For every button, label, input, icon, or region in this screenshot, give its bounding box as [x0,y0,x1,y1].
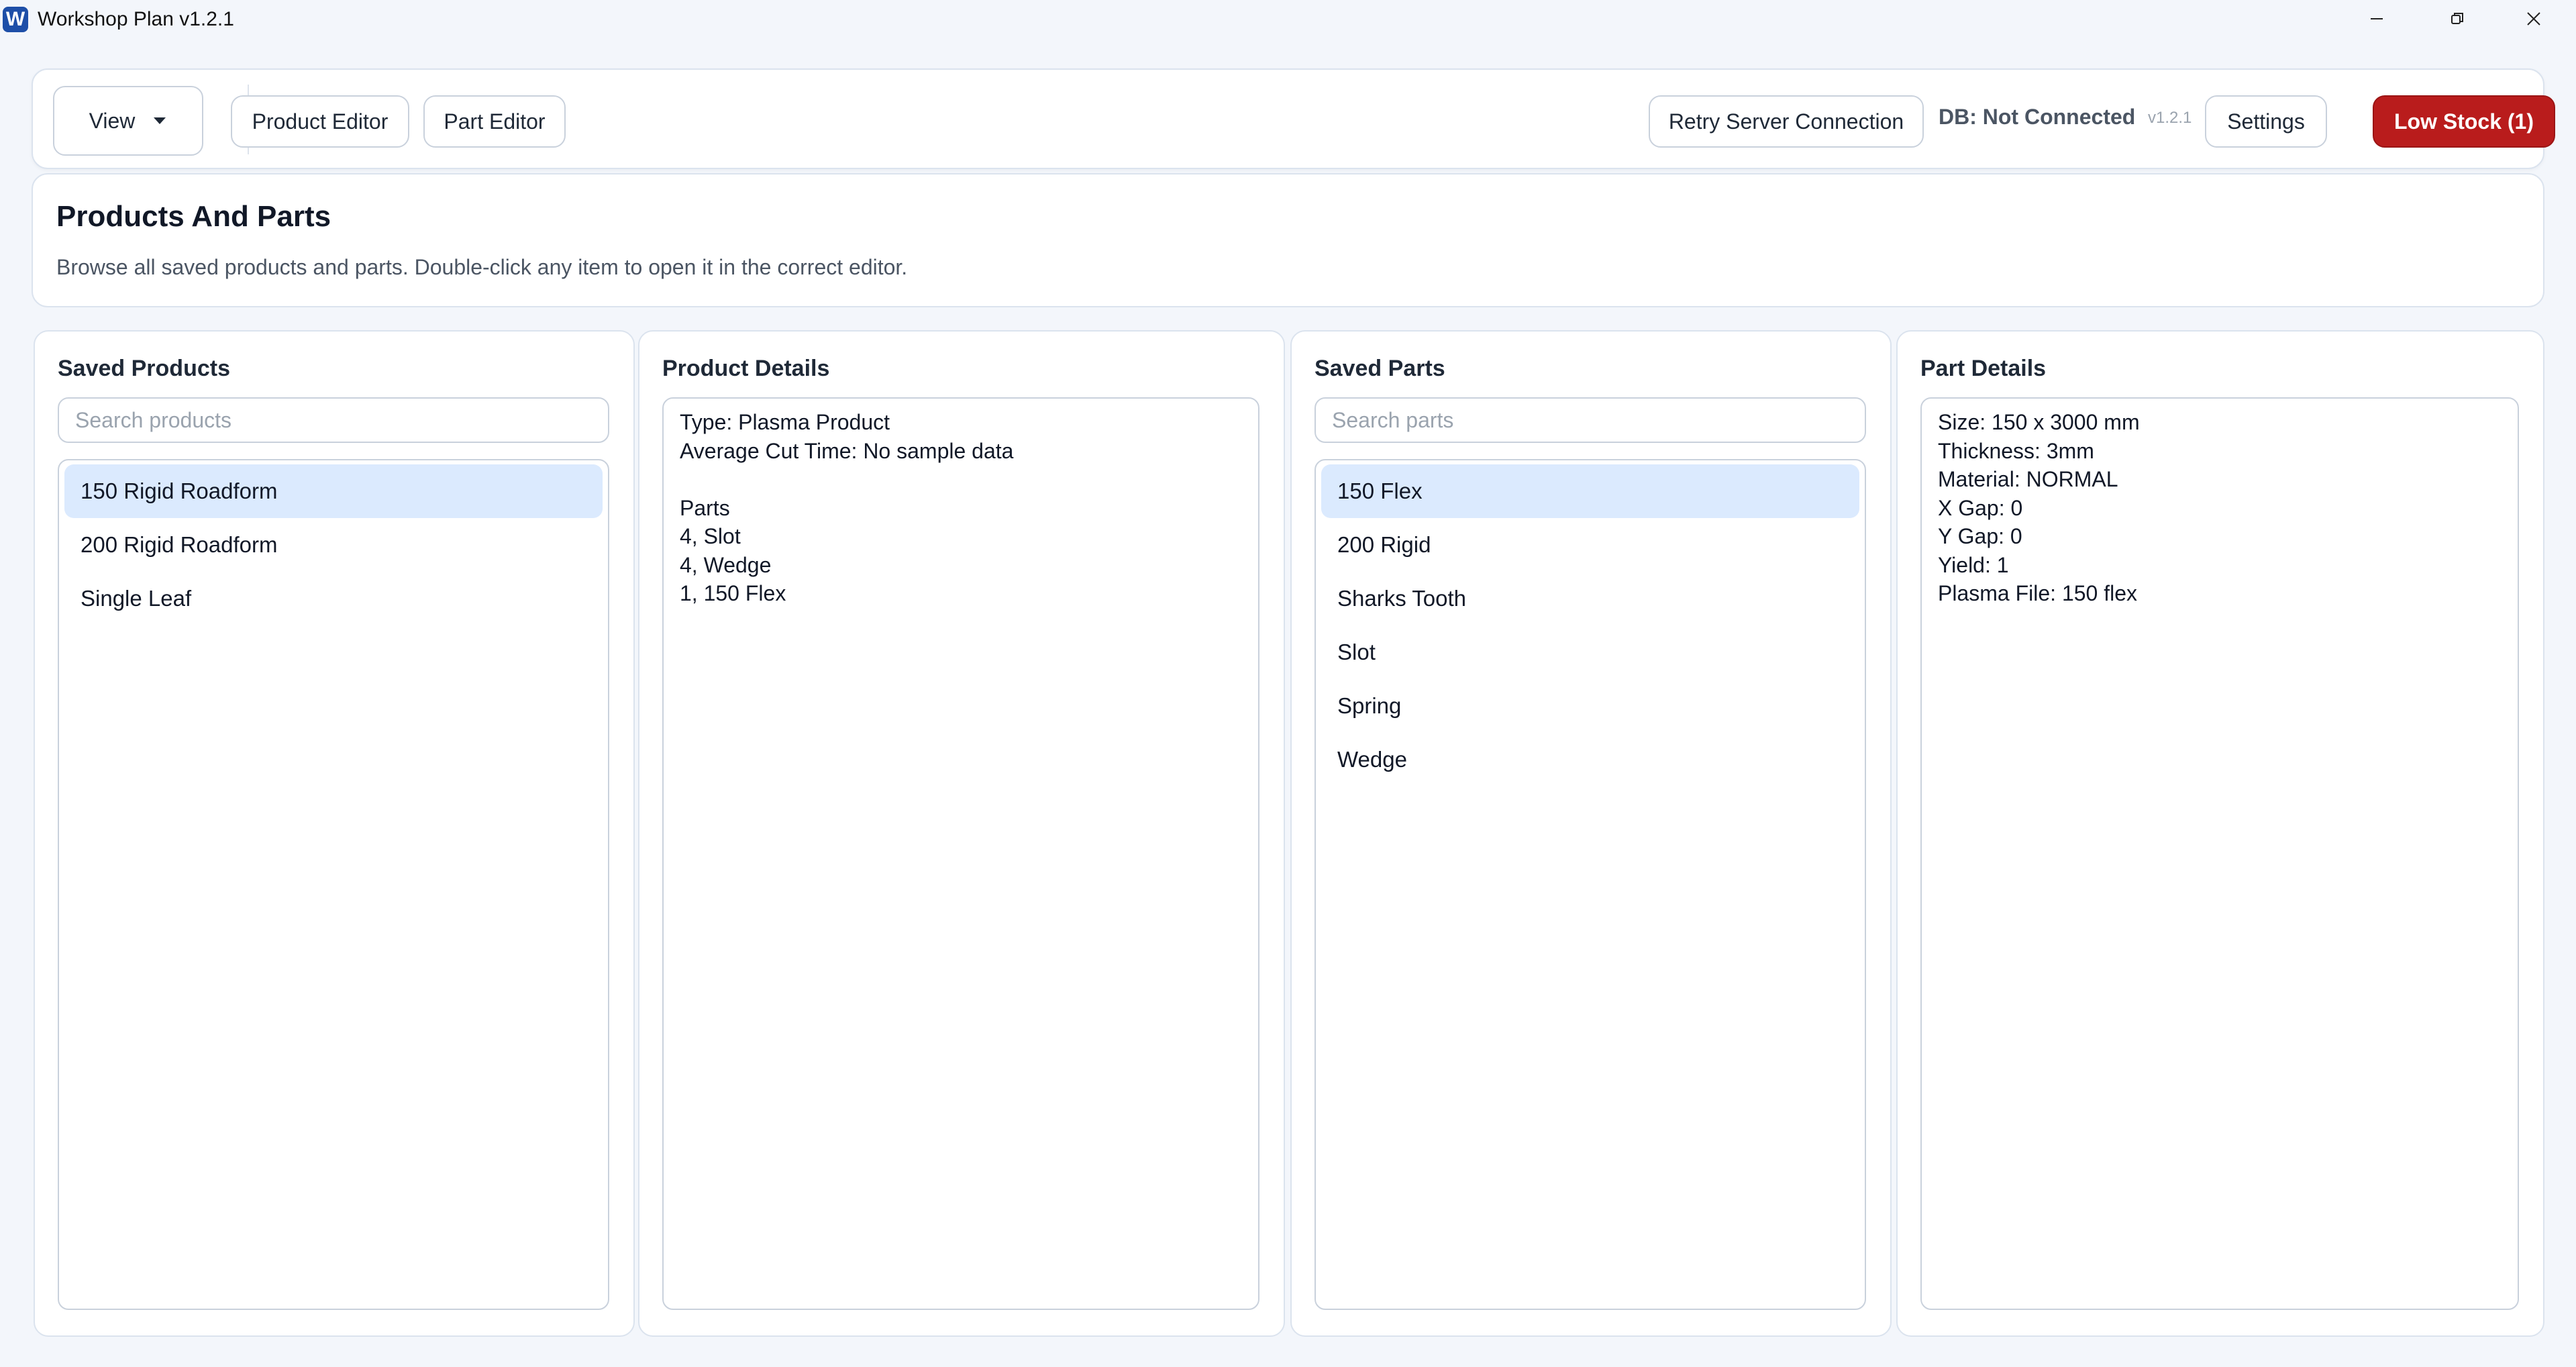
saved-parts-title: Saved Parts [1315,356,1445,381]
retry-server-connection-button[interactable]: Retry Server Connection [1649,95,1924,148]
list-item-product[interactable]: 150 Rigid Roadform [64,464,603,518]
view-menu-button[interactable]: View [53,86,203,156]
products-list[interactable]: 150 Rigid Roadform 200 Rigid Roadform Si… [58,459,609,1310]
restore-icon[interactable] [2420,0,2494,38]
list-item-part[interactable]: Wedge [1321,733,1859,787]
search-products-input[interactable] [58,397,609,443]
settings-button[interactable]: Settings [2205,95,2327,148]
product-detail-line: 4, Wedge [680,552,772,577]
list-item-part[interactable]: Spring [1321,679,1859,733]
parts-list[interactable]: 150 Flex 200 Rigid Sharks Tooth Slot Spr… [1315,459,1866,1310]
search-parts-input[interactable] [1315,397,1866,443]
product-detail-line: 1, 150 Flex [680,581,786,605]
product-details-title: Product Details [662,356,830,381]
part-editor-button[interactable]: Part Editor [423,95,566,148]
version-label: v1.2.1 [2148,109,2192,127]
minimize-icon[interactable] [2340,0,2414,38]
list-item-product[interactable]: 200 Rigid Roadform [64,518,603,572]
product-detail-line: 4, Slot [680,524,741,548]
low-stock-button[interactable]: Low Stock (1) [2373,95,2555,148]
list-item-product[interactable]: Single Leaf [64,572,603,625]
list-item-part[interactable]: Sharks Tooth [1321,572,1859,625]
part-details-text[interactable]: Size: 150 x 3000 mm Thickness: 3mm Mater… [1920,397,2519,1310]
product-detail-line: Average Cut Time: No sample data [680,438,1014,463]
product-details-text[interactable]: Type: Plasma Product Average Cut Time: N… [662,397,1259,1310]
list-item-part[interactable]: 150 Flex [1321,464,1859,518]
part-detail-line: Plasma File: 150 flex [1938,581,2138,605]
page-title: Products And Parts [56,200,331,233]
db-status-label: DB: Not Connected [1939,105,2136,129]
part-detail-line: Yield: 1 [1938,552,2009,577]
part-detail-line: Y Gap: 0 [1938,524,2022,548]
part-details-panel: Part Details Size: 150 x 3000 mm Thickne… [1896,330,2544,1337]
saved-parts-panel: Saved Parts 150 Flex 200 Rigid Sharks To… [1290,330,1892,1337]
list-item-part[interactable]: Slot [1321,625,1859,679]
product-detail-line: Parts [680,495,730,520]
view-button-label: View [89,108,136,133]
list-item-part[interactable]: 200 Rigid [1321,518,1859,572]
saved-products-panel: Saved Products 150 Rigid Roadform 200 Ri… [34,330,635,1337]
saved-products-title: Saved Products [58,356,230,381]
product-detail-line [680,465,1242,494]
part-details-title: Part Details [1920,356,2047,381]
window-title: Workshop Plan v1.2.1 [38,8,234,30]
product-editor-button[interactable]: Product Editor [231,95,409,148]
part-detail-line: Size: 150 x 3000 mm [1938,410,2140,434]
close-icon[interactable] [2497,0,2571,38]
part-detail-line: Material: NORMAL [1938,467,2118,491]
page-description: Browse all saved products and parts. Dou… [56,255,908,279]
product-detail-line: Type: Plasma Product [680,410,890,434]
part-detail-line: X Gap: 0 [1938,495,2023,520]
product-details-panel: Product Details Type: Plasma Product Ave… [638,330,1285,1337]
part-detail-line: Thickness: 3mm [1938,438,2094,463]
title-bar: W Workshop Plan v1.2.1 [0,0,2576,38]
page-header: Products And Parts Browse all saved prod… [32,173,2544,307]
app-logo-icon: W [3,7,28,32]
toolbar: View Product Editor Part Editor Retry Se… [32,68,2555,169]
chevron-down-icon [154,117,166,124]
